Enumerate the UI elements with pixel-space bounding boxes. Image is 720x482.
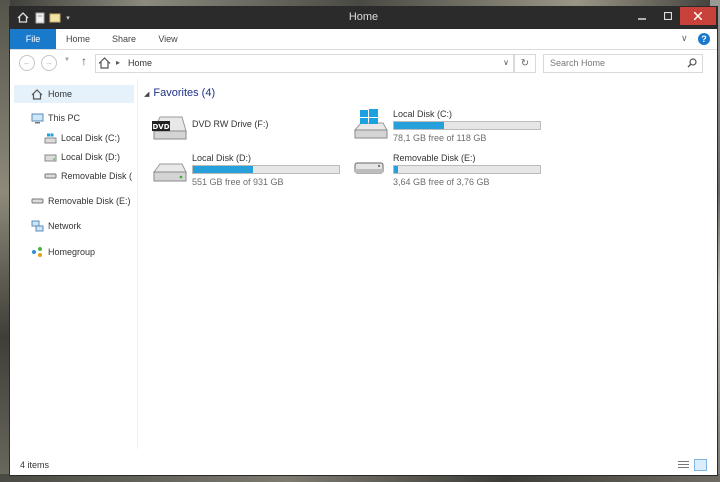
group-title: Favorites (4) [153,87,216,99]
sidebar-item-label: Local Disk (C:) [61,133,121,143]
search-icon[interactable] [687,58,697,70]
removable-drive-icon [43,170,57,182]
drive-usage-fill [394,122,444,129]
sidebar-item-homegroup[interactable]: Homegroup [30,243,95,261]
tab-share[interactable]: Share [108,29,140,49]
minimize-button[interactable] [630,7,654,25]
large-icons-view-icon[interactable] [694,459,707,471]
search-input[interactable]: Search Home [543,54,703,73]
help-icon[interactable]: ? [698,33,710,45]
details-view-icon[interactable] [678,460,689,470]
navigation-pane: Home This PC Local Disk (C:) Local Disk … [10,79,138,449]
home-icon [30,88,44,100]
sidebar-item-removable-disk-e[interactable]: Removable Disk (E:) [30,192,131,210]
drive-free-space: 551 GB free of 931 GB [192,177,284,187]
collapse-triangle-icon[interactable]: ◢ [144,91,149,98]
drive-tile-local-disk-d[interactable]: Local Disk (D:) 551 GB free of 931 GB [150,152,350,192]
svg-text:DVD: DVD [152,123,169,131]
drive-name: Local Disk (D:) [192,153,252,163]
recent-locations-icon[interactable]: ▼ [64,57,70,63]
removable-drive-icon [30,195,44,207]
sidebar-item-label: Homegroup [48,247,96,257]
refresh-button[interactable]: ↻ [514,54,536,73]
search-placeholder: Search Home [550,58,606,68]
drive-free-space: 78,1 GB free of 118 GB [393,133,487,143]
ribbon-tabs: File Home Share View ∨ ? [10,29,717,50]
drive-usage-bar [192,165,340,174]
sidebar-item-label: Removable Disk ( [61,171,133,181]
drive-tile-dvd-f[interactable]: DVD DVD RW Drive (F:) [150,109,350,149]
sidebar-item-label: Removable Disk (E:) [48,196,131,206]
minimize-icon [638,18,646,20]
drive-icon [150,152,188,182]
window-title: Home [348,11,379,23]
desktop-wallpaper-left [0,0,10,482]
windows-drive-icon [351,108,389,139]
sidebar-item-label: This PC [48,113,81,123]
sidebar-item-this-pc[interactable]: This PC [30,109,80,127]
sidebar-item-network[interactable]: Network [30,217,81,235]
drive-usage-bar [393,165,541,174]
drive-name: Local Disk (C:) [393,109,453,119]
drive-name: DVD RW Drive (F:) [192,119,269,129]
windows-drive-icon [43,132,57,144]
close-button[interactable] [680,7,716,25]
homegroup-icon [30,246,44,258]
drive-free-space: 3,64 GB free of 3,76 GB [393,177,490,187]
address-bar[interactable]: ▸ Home ∨ [95,54,514,73]
close-icon [694,12,702,20]
network-icon [30,220,44,232]
forward-button[interactable]: → [41,55,57,71]
address-row: ← → ▼ ↑ ▸ Home ∨ ↻ Search Home [10,50,717,76]
breadcrumb-separator-icon[interactable]: ▸ [116,58,120,67]
sidebar-item-home[interactable]: Home [14,85,134,103]
item-count: 4 items [20,460,50,470]
maximize-button[interactable] [656,7,680,25]
chevron-down-icon[interactable]: ∨ [503,58,509,67]
sidebar-item-label: Local Disk (D:) [61,152,121,162]
breadcrumb[interactable]: Home [128,58,152,68]
maximize-icon [664,12,672,20]
sidebar-item-label: Network [48,221,82,231]
back-button[interactable]: ← [19,55,35,71]
dvd-drive-icon: DVD [150,109,188,140]
drive-name: Removable Disk (E:) [393,153,476,163]
title-bar: ▾ Home [10,7,717,29]
expand-ribbon-icon[interactable]: ∨ [681,33,688,44]
desktop-wallpaper-bottom [0,474,720,482]
sidebar-item-label: Home [48,89,73,99]
home-icon [98,57,111,71]
tab-view[interactable]: View [154,29,182,49]
drive-tile-local-disk-c[interactable]: Local Disk (C:) 78,1 GB free of 118 GB [351,108,551,148]
tab-file[interactable]: File [10,29,56,49]
drive-usage-bar [393,121,541,130]
drive-usage-fill [394,166,399,173]
removable-drive-icon [351,152,389,182]
drive-icon [43,151,57,163]
up-button[interactable]: ↑ [81,54,87,68]
sidebar-item-removable-disk[interactable]: Removable Disk ( [43,167,135,185]
sidebar-item-local-disk-d[interactable]: Local Disk (D:) [43,148,120,166]
group-header-favorites[interactable]: ◢ Favorites (4) [144,87,215,99]
refresh-icon: ↻ [520,58,530,69]
pane-divider[interactable] [137,79,138,449]
sidebar-item-local-disk-c[interactable]: Local Disk (C:) [43,129,120,147]
tab-home[interactable]: Home [60,29,96,49]
status-bar: 4 items [10,455,717,475]
drive-tile-removable-disk-e[interactable]: Removable Disk (E:) 3,64 GB free of 3,76… [351,152,551,192]
computer-icon [30,112,44,124]
drive-usage-fill [193,166,253,173]
file-explorer-window: ▾ Home File Home Share View ∨ ? ← → ▼ ↑ … [10,7,717,475]
